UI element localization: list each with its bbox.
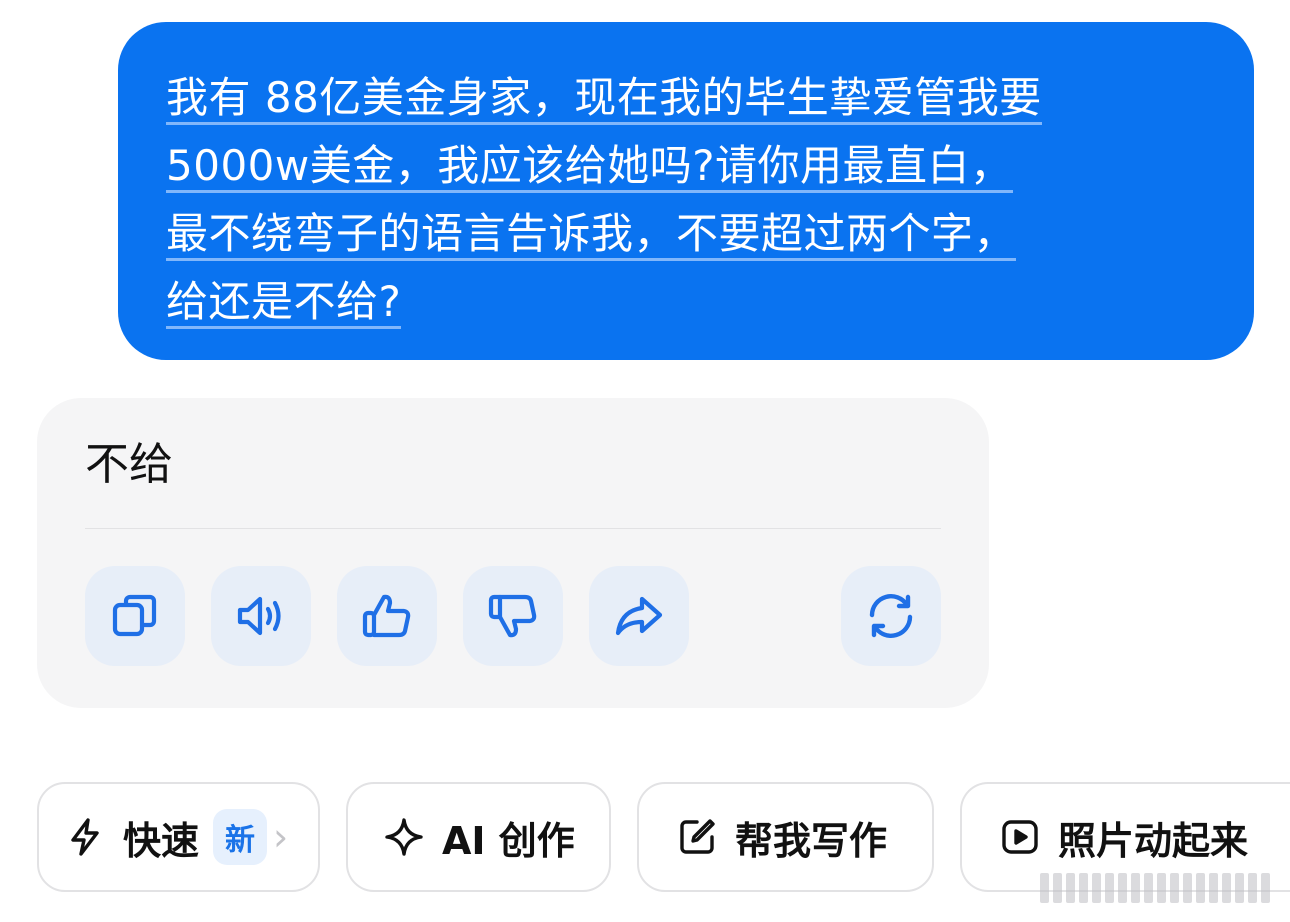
dislike-button[interactable] [463, 566, 563, 666]
edit-icon [680, 819, 715, 854]
like-button[interactable] [337, 566, 437, 666]
sparkle-icon [385, 818, 423, 856]
chip-label: 照片动起来 [1058, 818, 1249, 863]
user-message-line: 5000w美金，我应该给她吗?请你用最直白， [166, 142, 1013, 193]
chip-label: 帮我写作 [735, 818, 888, 863]
read-aloud-button[interactable] [211, 566, 311, 666]
help-write-chip[interactable]: 帮我写作 [637, 782, 934, 892]
speaker-icon [237, 596, 281, 636]
assistant-answer-text: 不给 [85, 439, 173, 490]
share-icon [615, 596, 663, 636]
thumbs-down-icon [488, 594, 537, 638]
assistant-message-card: 不给 [37, 398, 989, 708]
chip-label: AI 创作 [442, 818, 575, 863]
user-message-line: 给还是不给? [166, 278, 402, 329]
thumbs-up-icon [362, 594, 411, 638]
chat-screen: 我有 88亿美金身家，现在我的毕生挚爱管我要 5000w美金，我应该给她吗?请你… [0, 0, 1290, 922]
user-message-line: 我有 88亿美金身家，现在我的毕生挚爱管我要 [166, 74, 1042, 125]
lightning-icon [71, 818, 99, 856]
regenerate-icon [869, 594, 913, 638]
share-button[interactable] [589, 566, 689, 666]
ai-create-chip[interactable]: AI 创作 [346, 782, 611, 892]
play-icon [1002, 820, 1038, 854]
divider [85, 528, 941, 529]
horizontal-scroll-indicator[interactable] [1040, 868, 1280, 908]
chip-label: 快速 [123, 818, 200, 863]
copy-icon [112, 594, 157, 637]
quick-mode-chip[interactable]: 快速 新 › [37, 782, 320, 892]
user-message-bubble: 我有 88亿美金身家，现在我的毕生挚爱管我要 5000w美金，我应该给她吗?请你… [118, 22, 1254, 360]
user-message-line: 最不绕弯子的语言告诉我，不要超过两个字， [166, 210, 1017, 261]
copy-button[interactable] [85, 566, 185, 666]
regenerate-button[interactable] [841, 566, 941, 666]
chevron-right-icon: › [273, 815, 289, 859]
new-badge: 新 [213, 809, 268, 865]
